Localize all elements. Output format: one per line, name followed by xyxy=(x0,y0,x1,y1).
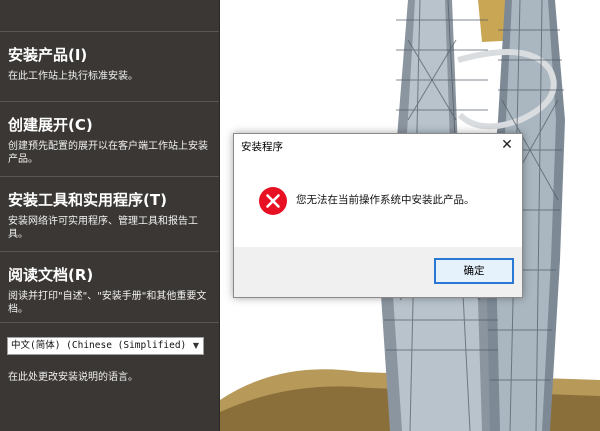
ok-button[interactable]: 确定 xyxy=(434,258,514,284)
close-icon[interactable]: ✕ xyxy=(492,134,522,156)
menu-item-read-documentation[interactable]: 阅读文档(R) 阅读并打印"自述"、"安装手册"和其他重要文档。 xyxy=(0,251,219,322)
menu-item-create-deployment[interactable]: 创建展开(C) 创建预先配置的展开以在客户端工作站上安装产品。 xyxy=(0,101,219,176)
menu-item-install-tools[interactable]: 安装工具和实用程序(T) 安装网络许可实用程序、管理工具和报告工具。 xyxy=(0,176,219,251)
language-hint: 在此处更改安装说明的语言。 xyxy=(8,372,138,383)
install-menu-panel: 安装产品(I) 在此工作站上执行标准安装。 创建展开(C) 创建预先配置的展开以… xyxy=(0,0,220,431)
dialog-title: 安装程序 xyxy=(241,141,283,153)
menu-item-description: 阅读并打印"自述"、"安装手册"和其他重要文档。 xyxy=(8,291,207,315)
menu-item-description: 安装网络许可实用程序、管理工具和报告工具。 xyxy=(8,216,198,240)
error-icon xyxy=(259,187,287,215)
language-select[interactable]: 中文(简体) (Chinese (Simplified) ▼ xyxy=(7,337,204,355)
menu-item-title: 创建展开(C) xyxy=(8,116,93,134)
menu-item-title: 安装产品(I) xyxy=(8,46,88,64)
menu-item-description: 创建预先配置的展开以在客户端工作站上安装产品。 xyxy=(8,141,208,165)
dialog-message: 您无法在当前操作系统中安装此产品。 xyxy=(296,194,475,206)
dialog-footer: 确定 xyxy=(234,247,522,297)
language-select-value: 中文(简体) (Chinese (Simplified) xyxy=(11,340,187,351)
error-dialog: 安装程序 ✕ 您无法在当前操作系统中安装此产品。 确定 xyxy=(233,133,523,298)
menu-item-title: 阅读文档(R) xyxy=(8,266,94,284)
divider xyxy=(0,322,219,323)
menu-item-install-product[interactable]: 安装产品(I) 在此工作站上执行标准安装。 xyxy=(0,31,219,101)
chevron-down-icon: ▼ xyxy=(189,338,203,354)
dialog-body: 您无法在当前操作系统中安装此产品。 xyxy=(234,160,522,246)
menu-item-description: 在此工作站上执行标准安装。 xyxy=(8,71,138,82)
menu-item-title: 安装工具和实用程序(T) xyxy=(8,191,167,209)
